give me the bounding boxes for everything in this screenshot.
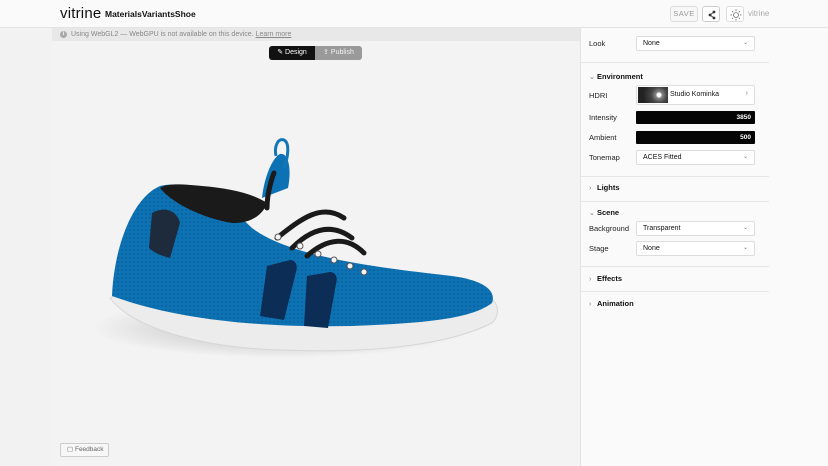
save-button[interactable]: SAVE (670, 6, 698, 22)
theme-toggle-button[interactable] (726, 6, 744, 22)
hdri-label: HDRI (589, 91, 608, 100)
hdri-picker[interactable]: Studio Kominka › (636, 85, 755, 105)
chevron-down-icon: ⌄ (742, 245, 748, 251)
share-icon (708, 10, 716, 20)
background-select[interactable]: Transparent ⌄ (636, 221, 755, 236)
stage-value: None (643, 245, 660, 252)
feedback-label: Feedback (74, 446, 104, 453)
tonemap-value: ACES Fitted (643, 154, 682, 161)
look-label: Look (589, 39, 606, 48)
chevron-down-icon: ⌄ (742, 154, 748, 160)
intensity-value: 3850 (736, 114, 751, 121)
section-effects[interactable]: › Effects (589, 274, 622, 283)
hdri-thumbnail (638, 87, 668, 103)
chevron-down-icon: ⌄ (742, 40, 748, 46)
section-animation[interactable]: › Animation (589, 299, 634, 308)
ambient-value: 500 (740, 134, 751, 141)
tonemap-select[interactable]: ACES Fitted ⌄ (636, 150, 755, 165)
ambient-slider[interactable]: 500 (636, 131, 755, 144)
stage-select[interactable]: None ⌄ (636, 241, 755, 256)
section-lights[interactable]: › Lights (589, 183, 620, 192)
feedback-button[interactable]: ▢ Feedback (60, 443, 109, 457)
animation-title: Animation (597, 299, 634, 308)
chevron-down-icon: ⌄ (589, 210, 595, 217)
sun-icon (730, 9, 742, 21)
background-label: Background (589, 224, 630, 233)
chevron-right-icon: › (745, 90, 748, 97)
intensity-slider[interactable]: 3850 (636, 111, 755, 124)
chevron-down-icon: ⌄ (589, 74, 595, 81)
effects-title: Effects (597, 274, 623, 283)
chevron-right-icon: › (589, 185, 592, 192)
chevron-right-icon: › (589, 301, 592, 308)
chevron-down-icon: ⌄ (742, 225, 748, 231)
environment-title: Environment (597, 72, 643, 81)
ambient-label: Ambient (589, 133, 617, 142)
chat-icon: ▢ (67, 446, 74, 453)
divider (581, 176, 769, 177)
vitrine-tag: vitrine (748, 9, 770, 18)
look-value: None (643, 40, 660, 47)
top-bar: vitrine MaterialsVariantsShoe SAVE vitri… (0, 0, 828, 28)
lights-title: Lights (597, 183, 620, 192)
divider (581, 266, 769, 267)
tonemap-label: Tonemap (589, 153, 620, 162)
divider (581, 62, 769, 63)
hdri-value: Studio Kominka (670, 91, 720, 98)
background-value: Transparent (643, 225, 681, 232)
look-select[interactable]: None ⌄ (636, 36, 755, 51)
divider (581, 291, 769, 292)
section-environment[interactable]: ⌄ Environment (589, 72, 643, 81)
3d-viewport[interactable]: i Using WebGL2 — WebGPU is not available … (52, 28, 580, 466)
model-name: MaterialsVariantsShoe (105, 9, 196, 19)
properties-panel: Look None ⌄ ⌄ Environment HDRI Studio Kom… (580, 28, 828, 466)
scene-title: Scene (597, 208, 620, 217)
stage-label: Stage (589, 244, 609, 253)
chevron-right-icon: › (589, 276, 592, 283)
brand-logo[interactable]: vitrine (60, 5, 101, 22)
intensity-label: Intensity (589, 113, 617, 122)
shoe-model[interactable] (52, 28, 580, 466)
divider (581, 201, 769, 202)
share-button[interactable] (702, 6, 720, 22)
section-scene[interactable]: ⌄ Scene (589, 208, 619, 217)
